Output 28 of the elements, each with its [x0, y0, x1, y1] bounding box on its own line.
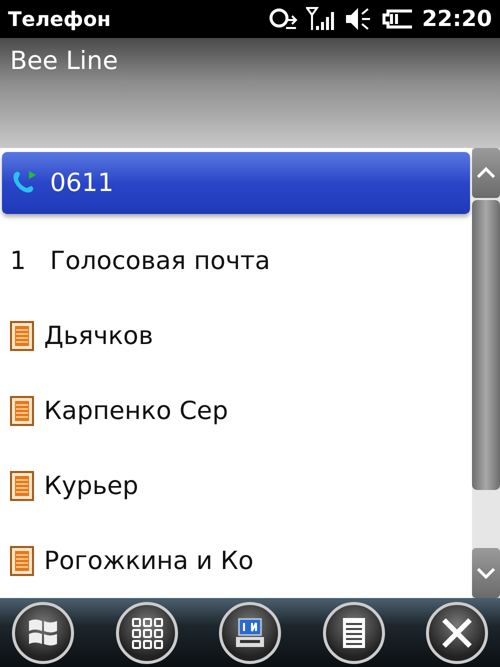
list-item[interactable]: Рогожкина и Ко: [2, 523, 470, 598]
contact-card-icon: [10, 396, 34, 426]
contact-card-icon: [10, 470, 34, 500]
list-item[interactable]: 1 Голосовая почта: [2, 223, 470, 298]
signal-icon[interactable]: [306, 6, 336, 32]
entry-label: Дьячков: [44, 320, 154, 352]
sync-icon[interactable]: [268, 6, 298, 32]
selected-list-item[interactable]: 0611: [2, 152, 470, 214]
list-item[interactable]: Карпенко Сер: [2, 373, 470, 448]
list-item[interactable]: Курьер: [2, 448, 470, 523]
contact-card-icon: [10, 320, 34, 350]
contact-card-icon: [10, 546, 34, 576]
speed-dial-number: 1: [10, 244, 27, 277]
app-title: Телефон: [8, 6, 111, 33]
entry-label: Рогожкина и Ко: [44, 544, 254, 577]
operator-name: Bee Line: [10, 46, 118, 75]
scroll-thumb[interactable]: [472, 200, 500, 490]
entry-label: Курьер: [44, 470, 138, 502]
entry-label: Голосовая почта: [50, 244, 270, 277]
scroll-up-button[interactable]: [472, 148, 500, 198]
battery-icon[interactable]: [380, 8, 414, 30]
scroll-down-button[interactable]: [472, 548, 500, 598]
clock: 22:20: [422, 6, 492, 34]
speaker-muted-icon[interactable]: [344, 6, 372, 32]
entry-label: Карпенко Сер: [44, 394, 228, 427]
scrollbar[interactable]: [472, 148, 500, 598]
entry-label: 0611: [50, 167, 114, 200]
list-item[interactable]: Дьячков: [2, 298, 470, 373]
